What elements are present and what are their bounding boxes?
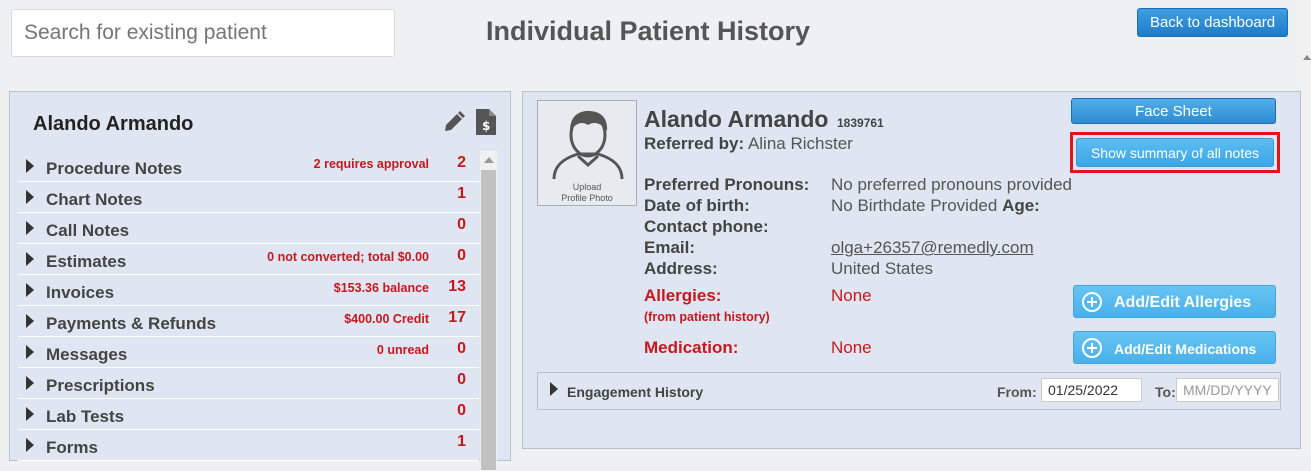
upload-profile-photo[interactable]: Upload Profile Photo bbox=[537, 100, 637, 206]
from-label: From: bbox=[997, 384, 1037, 400]
caret-right-icon[interactable] bbox=[550, 382, 558, 396]
list-item-note: 2 requires approval bbox=[313, 157, 429, 171]
list-item-count: 17 bbox=[448, 309, 466, 326]
list-item-note: $153.36 balance bbox=[333, 281, 429, 295]
dob-label: Date of birth: bbox=[644, 196, 750, 215]
list-item-count: 0 bbox=[457, 340, 466, 357]
caret-right-icon bbox=[26, 407, 34, 421]
list-item-payments-refunds[interactable]: Payments & Refunds $400.00 Credit 17 bbox=[18, 306, 479, 337]
upload-photo-label: Upload Profile Photo bbox=[561, 182, 613, 203]
allergies-source-note: (from patient history) bbox=[644, 310, 770, 324]
page-title: Individual Patient History bbox=[486, 16, 811, 46]
list-item-count: 0 bbox=[457, 247, 466, 264]
email-link[interactable]: olga+26357@remedly.com bbox=[831, 238, 1034, 258]
medication-value: None bbox=[831, 338, 872, 357]
list-item-label: Payments & Refunds bbox=[46, 314, 217, 333]
list-item-label: Forms bbox=[46, 438, 98, 457]
list-item-chart-notes[interactable]: Chart Notes 1 bbox=[18, 182, 479, 213]
patient-records-panel: Alando Armando $ Procedure Notes 2 requi… bbox=[9, 91, 511, 471]
email-label: Email: bbox=[644, 238, 696, 257]
records-list: Procedure Notes 2 requires approval 2 Ch… bbox=[18, 151, 479, 471]
page-scrollbar[interactable] bbox=[1303, 0, 1311, 452]
list-item-count: 0 bbox=[457, 371, 466, 388]
caret-right-icon bbox=[26, 314, 34, 328]
caret-right-icon bbox=[26, 283, 34, 297]
list-item-count: 1 bbox=[457, 433, 466, 450]
search-input[interactable] bbox=[11, 9, 395, 57]
list-item-lab-tests[interactable]: Lab Tests 0 bbox=[18, 399, 479, 430]
add-edit-medications-button[interactable]: Add/Edit Medications bbox=[1073, 331, 1276, 364]
list-item-label: Prescriptions bbox=[46, 376, 155, 395]
engagement-history-section: Engagement History From: To: bbox=[537, 372, 1281, 410]
list-item-note: 0 unread bbox=[376, 343, 429, 357]
list-item-count: 13 bbox=[448, 278, 466, 295]
list-item-messages[interactable]: Messages 0 unread 0 bbox=[18, 337, 479, 368]
caret-right-icon bbox=[26, 345, 34, 359]
svg-text:$: $ bbox=[482, 119, 490, 133]
patient-id: 1839761 bbox=[837, 116, 884, 130]
list-item-note: $400.00 Credit bbox=[344, 312, 429, 326]
caret-right-icon bbox=[26, 221, 34, 235]
phone-label: Contact phone: bbox=[644, 217, 769, 236]
face-sheet-button[interactable]: Face Sheet bbox=[1071, 98, 1276, 124]
from-date-input[interactable] bbox=[1041, 378, 1142, 402]
user-avatar-icon bbox=[552, 111, 624, 180]
list-item-label: Chart Notes bbox=[46, 190, 143, 209]
show-summary-button[interactable]: Show summary of all notes bbox=[1076, 138, 1274, 167]
pronouns-value: No preferred pronouns provided bbox=[831, 175, 1072, 194]
dob-value: No Birthdate Provided Age: bbox=[831, 196, 1040, 215]
plus-circle-icon bbox=[1082, 338, 1102, 358]
button-label: Add/Edit Medications bbox=[1114, 341, 1257, 357]
list-item-procedure-notes[interactable]: Procedure Notes 2 requires approval 2 bbox=[18, 151, 479, 182]
list-item-label: Invoices bbox=[46, 283, 115, 302]
scroll-thumb[interactable] bbox=[481, 170, 496, 470]
list-item-invoices[interactable]: Invoices $153.36 balance 13 bbox=[18, 275, 479, 306]
pencil-icon[interactable] bbox=[442, 110, 466, 139]
list-item-label: Estimates bbox=[46, 252, 127, 271]
list-item-count: 2 bbox=[457, 154, 466, 171]
plus-circle-icon bbox=[1082, 292, 1102, 312]
caret-right-icon bbox=[26, 190, 34, 204]
caret-right-icon bbox=[26, 376, 34, 390]
list-item-call-notes[interactable]: Call Notes 0 bbox=[18, 213, 479, 244]
patient-name: Alando Armando bbox=[644, 106, 829, 132]
address-label: Address: bbox=[644, 259, 718, 278]
list-item-forms[interactable]: Forms 1 bbox=[18, 430, 479, 461]
caret-right-icon bbox=[26, 438, 34, 452]
referred-by: Referred by: Alina Richster bbox=[644, 134, 853, 153]
list-item-prescriptions[interactable]: Prescriptions 0 bbox=[18, 368, 479, 399]
list-item-count: 0 bbox=[457, 216, 466, 233]
allergies-label: Allergies: bbox=[644, 286, 722, 305]
list-item-estimates[interactable]: Estimates 0 not converted; total $0.00 0 bbox=[18, 244, 479, 275]
scroll-up-arrow-icon[interactable] bbox=[484, 157, 494, 163]
back-to-dashboard-button[interactable]: Back to dashboard bbox=[1137, 8, 1288, 37]
patient-details-panel: Upload Profile Photo Alando Armando 1839… bbox=[522, 91, 1301, 449]
list-scrollbar[interactable] bbox=[480, 151, 497, 471]
list-item-label: Lab Tests bbox=[46, 407, 125, 426]
pronouns-label: Preferred Pronouns: bbox=[644, 175, 810, 194]
list-item-count: 1 bbox=[457, 185, 466, 202]
panel-header: Alando Armando $ bbox=[10, 92, 510, 150]
caret-right-icon bbox=[26, 159, 34, 173]
list-item-label: Procedure Notes bbox=[46, 159, 183, 178]
list-item-count: 0 bbox=[457, 402, 466, 419]
to-label: To: bbox=[1155, 384, 1176, 400]
patient-name: Alando Armando bbox=[33, 113, 194, 135]
list-item-label: Messages bbox=[46, 345, 128, 364]
allergies-value: None bbox=[831, 286, 872, 305]
list-item-label: Call Notes bbox=[46, 221, 130, 240]
address-value: United States bbox=[831, 259, 934, 278]
list-item-note: 0 not converted; total $0.00 bbox=[267, 250, 429, 264]
scroll-up-arrow-icon[interactable] bbox=[1303, 55, 1311, 60]
caret-right-icon bbox=[26, 252, 34, 266]
invoice-icon[interactable]: $ bbox=[475, 108, 497, 141]
button-label: Add/Edit Allergies bbox=[1114, 294, 1252, 311]
to-date-input[interactable] bbox=[1176, 378, 1279, 402]
medication-label: Medication: bbox=[644, 338, 739, 357]
engagement-history-label[interactable]: Engagement History bbox=[567, 384, 703, 400]
add-edit-allergies-button[interactable]: Add/Edit Allergies bbox=[1073, 285, 1276, 318]
